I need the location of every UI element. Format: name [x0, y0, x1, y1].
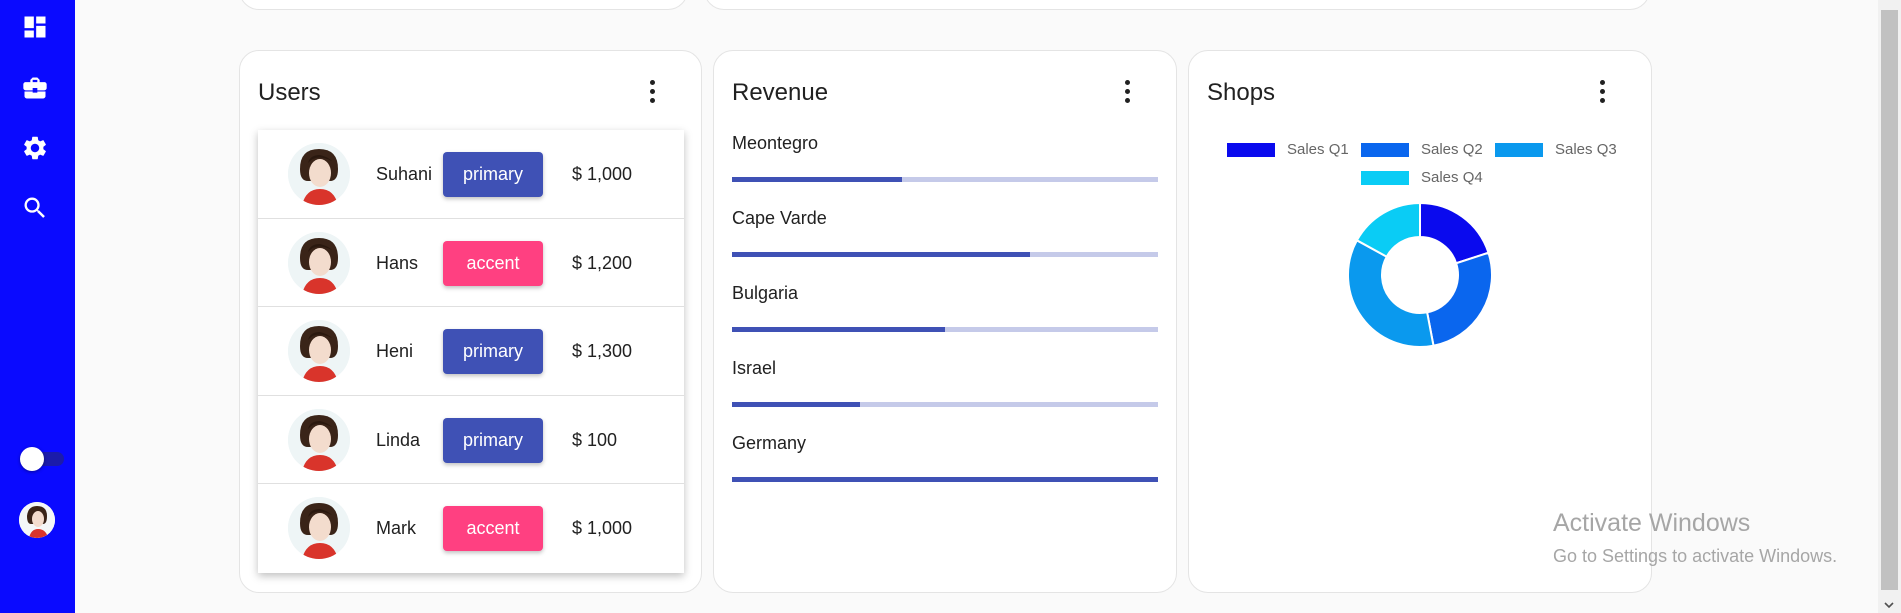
user-row: Mark accent $ 1,000: [258, 484, 684, 573]
user-amount: $ 1,000: [572, 518, 633, 539]
user-avatar: [288, 231, 350, 294]
revenue-progress-track: [732, 177, 1158, 182]
user-name: Hans: [376, 252, 419, 273]
scroll-down-arrow-icon[interactable]: [1883, 599, 1895, 611]
briefcase-icon[interactable]: [18, 71, 52, 105]
watermark-subtitle: Go to Settings to activate Windows.: [1553, 546, 1838, 566]
sidebar: [0, 0, 75, 613]
user-row: Hans accent $ 1,200: [258, 219, 684, 308]
user-tag-button[interactable]: accent: [443, 240, 543, 286]
vertical-scrollbar[interactable]: [1878, 0, 1901, 613]
user-row: Heni primary $ 1,300: [258, 307, 684, 396]
donut-slice-sales-q1[interactable]: [1419, 201, 1490, 265]
user-amount: $ 100: [572, 429, 618, 450]
revenue-country: Israel: [732, 358, 777, 378]
settings-icon[interactable]: [18, 131, 52, 165]
revenue-item: Bulgaria: [732, 283, 1158, 332]
search-icon[interactable]: [18, 191, 52, 225]
user-amount: $ 1,000: [572, 164, 633, 184]
top-card-right: [704, 0, 1650, 10]
revenue-progress-fill: [732, 477, 1158, 482]
legend-label: Sales Q4: [1421, 169, 1483, 186]
revenue-country: Germany: [732, 433, 807, 453]
user-avatar: [288, 497, 350, 560]
legend-label: Sales Q3: [1555, 141, 1617, 158]
legend-item[interactable]: Sales Q2: [1361, 141, 1483, 158]
user-tag-button[interactable]: accent: [443, 506, 543, 552]
users-card: Users Suhani primary $ 1,000 Hans accent $ 1,…: [239, 50, 702, 593]
shops-donut-chart: [1347, 201, 1493, 348]
legend-swatch: [1361, 142, 1409, 157]
legend-label: Sales Q2: [1421, 141, 1483, 158]
revenue-country: Cape Varde: [732, 208, 827, 228]
user-amount: $ 1,200: [572, 252, 633, 273]
top-card-left: [239, 0, 688, 10]
users-card-title: Users: [258, 79, 321, 106]
user-name: Mark: [376, 518, 416, 539]
profile-avatar[interactable]: [19, 502, 55, 538]
legend-swatch: [1227, 142, 1275, 157]
legend-label: Sales Q1: [1287, 141, 1349, 158]
revenue-item: Germany: [732, 433, 1158, 482]
revenue-card: Revenue Meontegro Cape Varde Bulgaria Israe…: [713, 50, 1177, 593]
revenue-country: Meontegro: [732, 133, 819, 153]
revenue-item: Cape Varde: [732, 208, 1158, 257]
revenue-progress-track: [732, 252, 1158, 257]
revenue-progress-fill: [732, 327, 945, 332]
user-amount: $ 1,300: [572, 341, 633, 362]
user-list: Suhani primary $ 1,000 Hans accent $ 1,200 Hen…: [258, 130, 684, 573]
legend-item[interactable]: Sales Q3: [1495, 141, 1617, 158]
legend-swatch: [1361, 170, 1409, 185]
legend-swatch: [1495, 142, 1543, 157]
theme-toggle[interactable]: [20, 447, 64, 471]
revenue-progress-track: [732, 477, 1158, 482]
revenue-card-title: Revenue: [732, 79, 829, 106]
revenue-item: Meontegro: [732, 133, 1158, 182]
shops-card-title: Shops: [1207, 79, 1276, 106]
users-card-menu-icon[interactable]: [638, 75, 666, 107]
user-tag-button[interactable]: primary: [443, 329, 543, 375]
revenue-progress-track: [732, 327, 1158, 332]
legend-item[interactable]: Sales Q4: [1361, 169, 1483, 186]
user-row: Linda primary $ 100: [258, 396, 684, 485]
user-avatar: [288, 143, 350, 205]
revenue-progress-fill: [732, 252, 1031, 257]
user-name: Suhani: [376, 164, 433, 184]
revenue-card-menu-icon[interactable]: [1113, 75, 1141, 107]
revenue-progress-fill: [732, 177, 903, 182]
revenue-progress-track: [732, 402, 1158, 407]
toggle-knob: [20, 447, 44, 471]
user-avatar: [288, 408, 350, 471]
revenue-progress-fill: [732, 402, 860, 407]
user-tag-button[interactable]: primary: [443, 152, 543, 197]
user-avatar: [288, 320, 350, 383]
activate-windows-watermark: Activate Windows Go to Settings to activ…: [1553, 509, 1837, 567]
user-tag-button[interactable]: primary: [443, 417, 543, 463]
dashboard-icon[interactable]: [18, 10, 52, 44]
revenue-country: Bulgaria: [732, 283, 799, 303]
revenue-item: Israel: [732, 358, 1158, 407]
user-name: Heni: [376, 341, 414, 362]
user-name: Linda: [376, 429, 421, 450]
shops-card-menu-icon[interactable]: [1588, 75, 1616, 107]
donut-slice-sales-q3[interactable]: [1347, 238, 1435, 348]
watermark-title: Activate Windows: [1553, 509, 1751, 537]
user-row: Suhani primary $ 1,000: [258, 130, 684, 219]
legend-item[interactable]: Sales Q1: [1227, 141, 1349, 158]
donut-slice-sales-q2[interactable]: [1425, 251, 1493, 347]
scrollbar-thumb[interactable]: [1881, 10, 1898, 590]
